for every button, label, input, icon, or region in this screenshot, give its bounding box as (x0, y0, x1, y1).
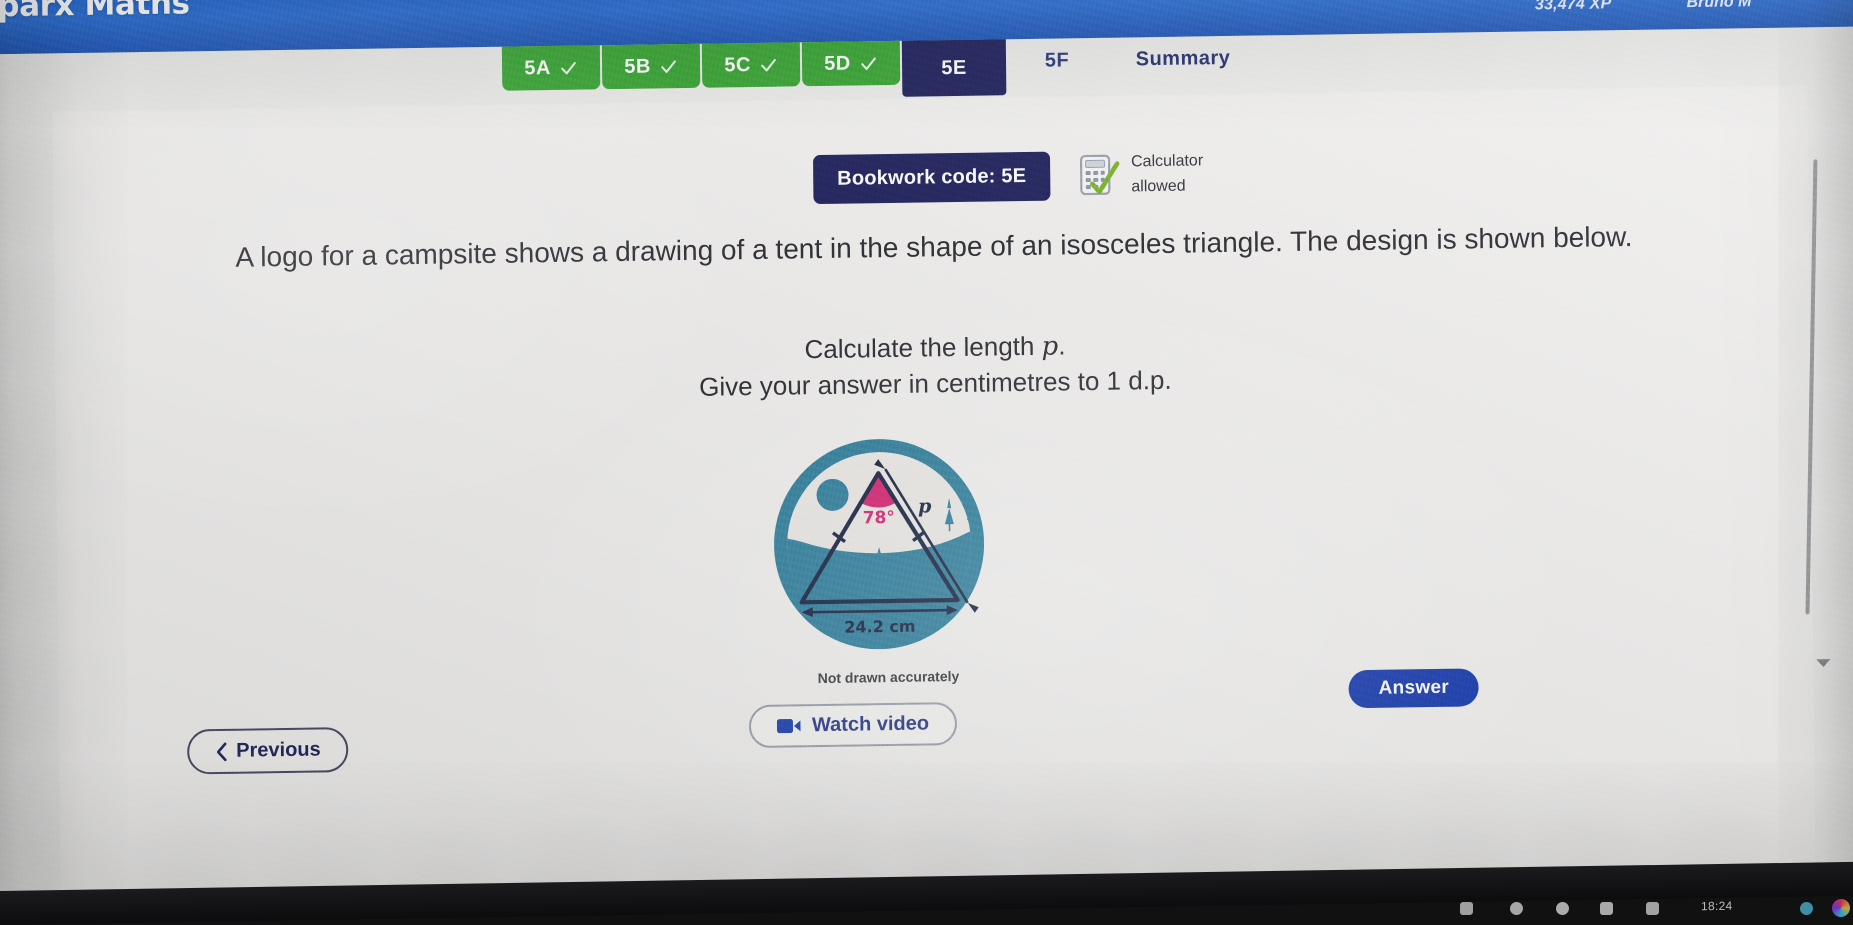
check-icon (660, 59, 676, 73)
answer-button[interactable]: Answer (1348, 668, 1480, 709)
watch-video-label: Watch video (811, 712, 930, 737)
tab-label: 5A (524, 56, 551, 79)
variable-p: p (1041, 331, 1059, 362)
watch-video-button[interactable]: Watch video (748, 702, 958, 749)
angle-label: 78° (863, 508, 895, 528)
taskbar-icon-5[interactable] (1646, 901, 1659, 916)
tab-5c[interactable]: 5C (701, 42, 801, 88)
taskbar-icon-2[interactable] (1510, 901, 1523, 916)
taskbar-icon-4[interactable] (1600, 901, 1613, 916)
prompt-line-1-prefix: Calculate the length (804, 330, 1042, 365)
calculator-icon (1079, 154, 1120, 195)
previous-button[interactable]: Previous (186, 727, 349, 775)
xp-counter: 33,474 XP (1534, 0, 1612, 14)
side-length-label: p (918, 495, 932, 517)
bookwork-code-badge: Bookwork code: 5E (813, 151, 1051, 205)
video-camera-icon (776, 719, 801, 734)
question-body-text: A logo for a campsite shows a drawing of… (235, 220, 1633, 273)
tab-label: 5F (1044, 48, 1070, 72)
taskbar-icon-1[interactable] (1460, 901, 1473, 916)
previous-button-label: Previous (236, 738, 321, 762)
tab-5e[interactable]: 5E (901, 39, 1007, 97)
taskbar-icon-3[interactable] (1556, 901, 1569, 916)
diagram-svg: 78° p 24.2 cm (774, 439, 985, 650)
tab-label: 5C (724, 53, 751, 76)
system-clock: 18:24 (1701, 898, 1733, 914)
tab-5d[interactable]: 5D (801, 40, 901, 87)
user-name[interactable]: Bruno M (1686, 0, 1751, 12)
taskbar-notification-icon[interactable] (1800, 901, 1813, 916)
check-icon (760, 58, 776, 71)
chevron-left-icon (216, 742, 227, 761)
screen-content: Sparx Maths 33,474 XP Bruno M 5A 5B (0, 0, 1853, 917)
left-edge-shadow (0, 0, 86, 917)
tab-5b[interactable]: 5B (601, 43, 701, 90)
not-drawn-accurately-note: Not drawn accurately (817, 667, 960, 687)
tab-label: Summary (1135, 46, 1231, 70)
photograph-of-monitor: Sparx Maths 33,474 XP Bruno M 5A 5B (0, 0, 1853, 925)
question-prompt: Calculate the length p. Give your answer… (115, 318, 1756, 414)
tab-label: 5B (624, 55, 651, 78)
bookwork-row: Bookwork code: 5E Calculator allowed (813, 149, 1204, 205)
tab-summary[interactable]: Summary (1108, 36, 1258, 82)
check-icon (560, 61, 576, 74)
check-icon (860, 57, 876, 70)
question-page: Bookwork code: 5E Calculator allowed A l… (52, 85, 1816, 917)
tab-5a[interactable]: 5A (501, 45, 601, 91)
calculator-allowed-line1: Calculator (1130, 152, 1204, 171)
prompt-line-1-suffix: . (1058, 330, 1066, 361)
base-length-label: 24.2 cm (844, 617, 915, 637)
taskbar-colorful-icon[interactable] (1832, 898, 1850, 918)
tent-logo-diagram: 78° p 24.2 cm (728, 427, 1030, 661)
tab-5f[interactable]: 5F (1008, 38, 1106, 83)
tab-label: 5D (824, 52, 851, 75)
right-edge-shadow (1810, 0, 1853, 890)
calculator-allowed-line2: allowed (1131, 177, 1186, 196)
calculator-allowed-indicator: Calculator allowed (1078, 149, 1204, 200)
tab-label: 5E (941, 56, 967, 79)
